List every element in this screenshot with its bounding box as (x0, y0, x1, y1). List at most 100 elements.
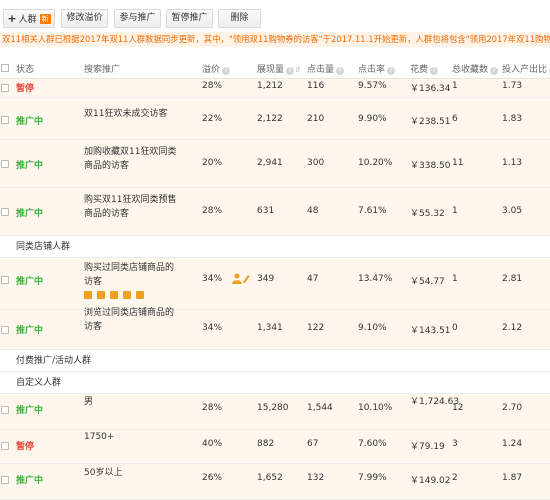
table-row[interactable]: 推广中 男 28% 15,280 1,544 10.10% ￥1,724.63 … (0, 394, 550, 430)
table-row[interactable]: 推广中 加购收藏双11狂欢同类商品的访客 20% 2,941 300 10.20… (0, 140, 550, 188)
row-checkbox[interactable] (1, 476, 9, 484)
premium-value[interactable]: 34% (202, 274, 222, 284)
row-checkbox[interactable] (1, 208, 9, 216)
gift-icon[interactable] (97, 291, 105, 299)
row-checkbox[interactable] (1, 442, 9, 450)
status-label: 暂停 (16, 442, 35, 452)
ctr-value: 7.99% (358, 473, 387, 483)
clicks-value: 210 (307, 114, 325, 124)
modify-bid-button[interactable]: 修改溢价 (61, 9, 108, 28)
ctr-value: 13.47% (358, 274, 393, 284)
notice-banner: 双11相关人群已根据2017年双11人群数据同步更新，其中，"领用双11购物券的… (0, 32, 550, 47)
crowd-name: 加购收藏双11狂欢同类商品的访客 (84, 147, 177, 171)
clicks-value: 132 (307, 473, 325, 483)
status-label: 推广中 (16, 406, 44, 416)
clicks-value: 122 (307, 323, 325, 333)
row-checkbox[interactable] (1, 84, 9, 92)
col-clicks[interactable]: 点击量? (307, 62, 345, 75)
roi-value: 1.73 (502, 81, 523, 91)
ctr-value: 9.10% (358, 323, 387, 333)
col-cost[interactable]: 花费? (410, 62, 439, 75)
cost-value: ￥136.34 (410, 84, 451, 94)
impressions-value: 2,122 (257, 114, 283, 124)
cost-value: ￥143.51 (410, 326, 451, 336)
table-row[interactable]: 暂停 1750+ 40% 882 67 7.60% ￥79.19 3 1.24 (0, 430, 550, 464)
premium-value[interactable]: 40% (202, 439, 222, 449)
col-favorites[interactable]: 总收藏数? (452, 62, 499, 75)
status-label: 暂停 (16, 84, 35, 94)
row-checkbox[interactable] (1, 116, 9, 124)
cart-icon[interactable] (110, 291, 118, 299)
status-label: 推广中 (16, 161, 44, 171)
help-icon: ? (490, 67, 499, 75)
edit-person-icon[interactable] (232, 273, 250, 287)
ctr-value: 10.10% (358, 403, 393, 413)
premium-value[interactable]: 20% (202, 158, 222, 168)
status-label: 推广中 (16, 117, 44, 127)
row-checkbox[interactable] (1, 326, 9, 334)
crowd-name: 50岁以上 (84, 468, 123, 478)
table-row[interactable]: 推广中 双11狂欢未成交访客 22% 2,122 210 9.90% ￥238.… (0, 98, 550, 140)
roi-value: 3.05 (502, 206, 523, 216)
select-all-checkbox[interactable] (1, 64, 9, 72)
impressions-value: 349 (257, 274, 275, 284)
help-icon: ? (387, 67, 396, 75)
premium-value[interactable]: 22% (202, 114, 222, 124)
fav-value: 2 (452, 473, 458, 483)
ctr-value: 9.90% (358, 114, 387, 124)
premium-value[interactable]: 34% (202, 323, 222, 333)
new-badge: 新 (39, 14, 51, 24)
status-label: 推广中 (16, 277, 44, 287)
table-row[interactable]: 推广中 50岁以上 26% 1,652 132 7.99% ￥149.02 2 … (0, 464, 550, 500)
roi-value: 1.13 (502, 158, 523, 168)
add-crowd-button[interactable]: + 人群新 (3, 9, 55, 28)
col-impressions[interactable]: 展现量? ⇵ (257, 62, 301, 75)
table-row[interactable]: 推广中 购买过同类店铺商品的访客 34% 349 47 13.47% ￥54.7… (0, 258, 550, 310)
col-roi[interactable]: 投入产出比? (502, 62, 550, 75)
pause-promo-button[interactable]: 暂停推广 (166, 9, 213, 28)
row-checkbox[interactable] (1, 406, 9, 414)
table-row[interactable]: 推广中 购买双11狂欢同类预售商品的访客 28% 631 48 7.61% ￥5… (0, 188, 550, 236)
crowd-name: 购买双11狂欢同类预售商品的访客 (84, 195, 177, 219)
col-premium[interactable]: 溢价? (202, 62, 231, 75)
crowd-name: 男 (84, 397, 94, 407)
table-row[interactable]: 推广中 浏览过同类店铺商品的访客 34% 1,341 122 9.10% ￥14… (0, 308, 550, 350)
help-icon: ? (430, 67, 439, 75)
premium-value[interactable]: 26% (202, 473, 222, 483)
col-promo: 搜索推广 (84, 65, 121, 75)
impressions-value: 15,280 (257, 403, 289, 413)
premium-value[interactable]: 28% (202, 206, 222, 216)
chart-icon[interactable] (136, 291, 144, 299)
roi-value: 2.70 (502, 403, 523, 413)
fav-value: 0 (452, 323, 458, 333)
table-row[interactable]: 暂停 28% 1,212 116 9.57% ￥136.34 1 1.73 (0, 79, 550, 98)
ctr-value: 7.60% (358, 439, 387, 449)
fav-value: 1 (452, 206, 458, 216)
roi-value: 1.87 (502, 473, 523, 483)
row-checkbox[interactable] (1, 160, 9, 168)
impressions-value: 2,941 (257, 158, 283, 168)
group-header-paid-activity: 付费推广/活动人群 (0, 350, 550, 372)
row-checkbox[interactable] (1, 276, 9, 284)
status-label: 推广中 (16, 476, 44, 486)
premium-value[interactable]: 28% (202, 403, 222, 413)
help-icon: ? (222, 67, 231, 75)
col-ctr[interactable]: 点击率? (358, 62, 396, 75)
cost-value: ￥54.77 (410, 277, 445, 287)
toolbar: + 人群新 修改溢价 参与推广 暂停推广 删除 (0, 0, 550, 32)
roi-value: 1.83 (502, 114, 523, 124)
cost-value: ￥149.02 (410, 476, 451, 486)
calendar-icon[interactable] (123, 291, 131, 299)
join-promo-button[interactable]: 参与推广 (114, 9, 161, 28)
table-header: 状态 搜索推广 溢价? 展现量? ⇵ 点击量? 点击率? 花费? 总收藏数? 投入… (0, 57, 550, 79)
status-label: 推广中 (16, 326, 44, 336)
tag-icon[interactable] (84, 291, 92, 299)
clicks-value: 1,544 (307, 403, 333, 413)
premium-value[interactable]: 28% (202, 81, 222, 91)
help-icon: ? (336, 67, 345, 75)
fav-value: 6 (452, 114, 458, 124)
cost-value: ￥1,724.63 (410, 397, 460, 407)
ctr-value: 10.20% (358, 158, 393, 168)
delete-button[interactable]: 删除 (218, 9, 261, 28)
impressions-value: 1,341 (257, 323, 283, 333)
